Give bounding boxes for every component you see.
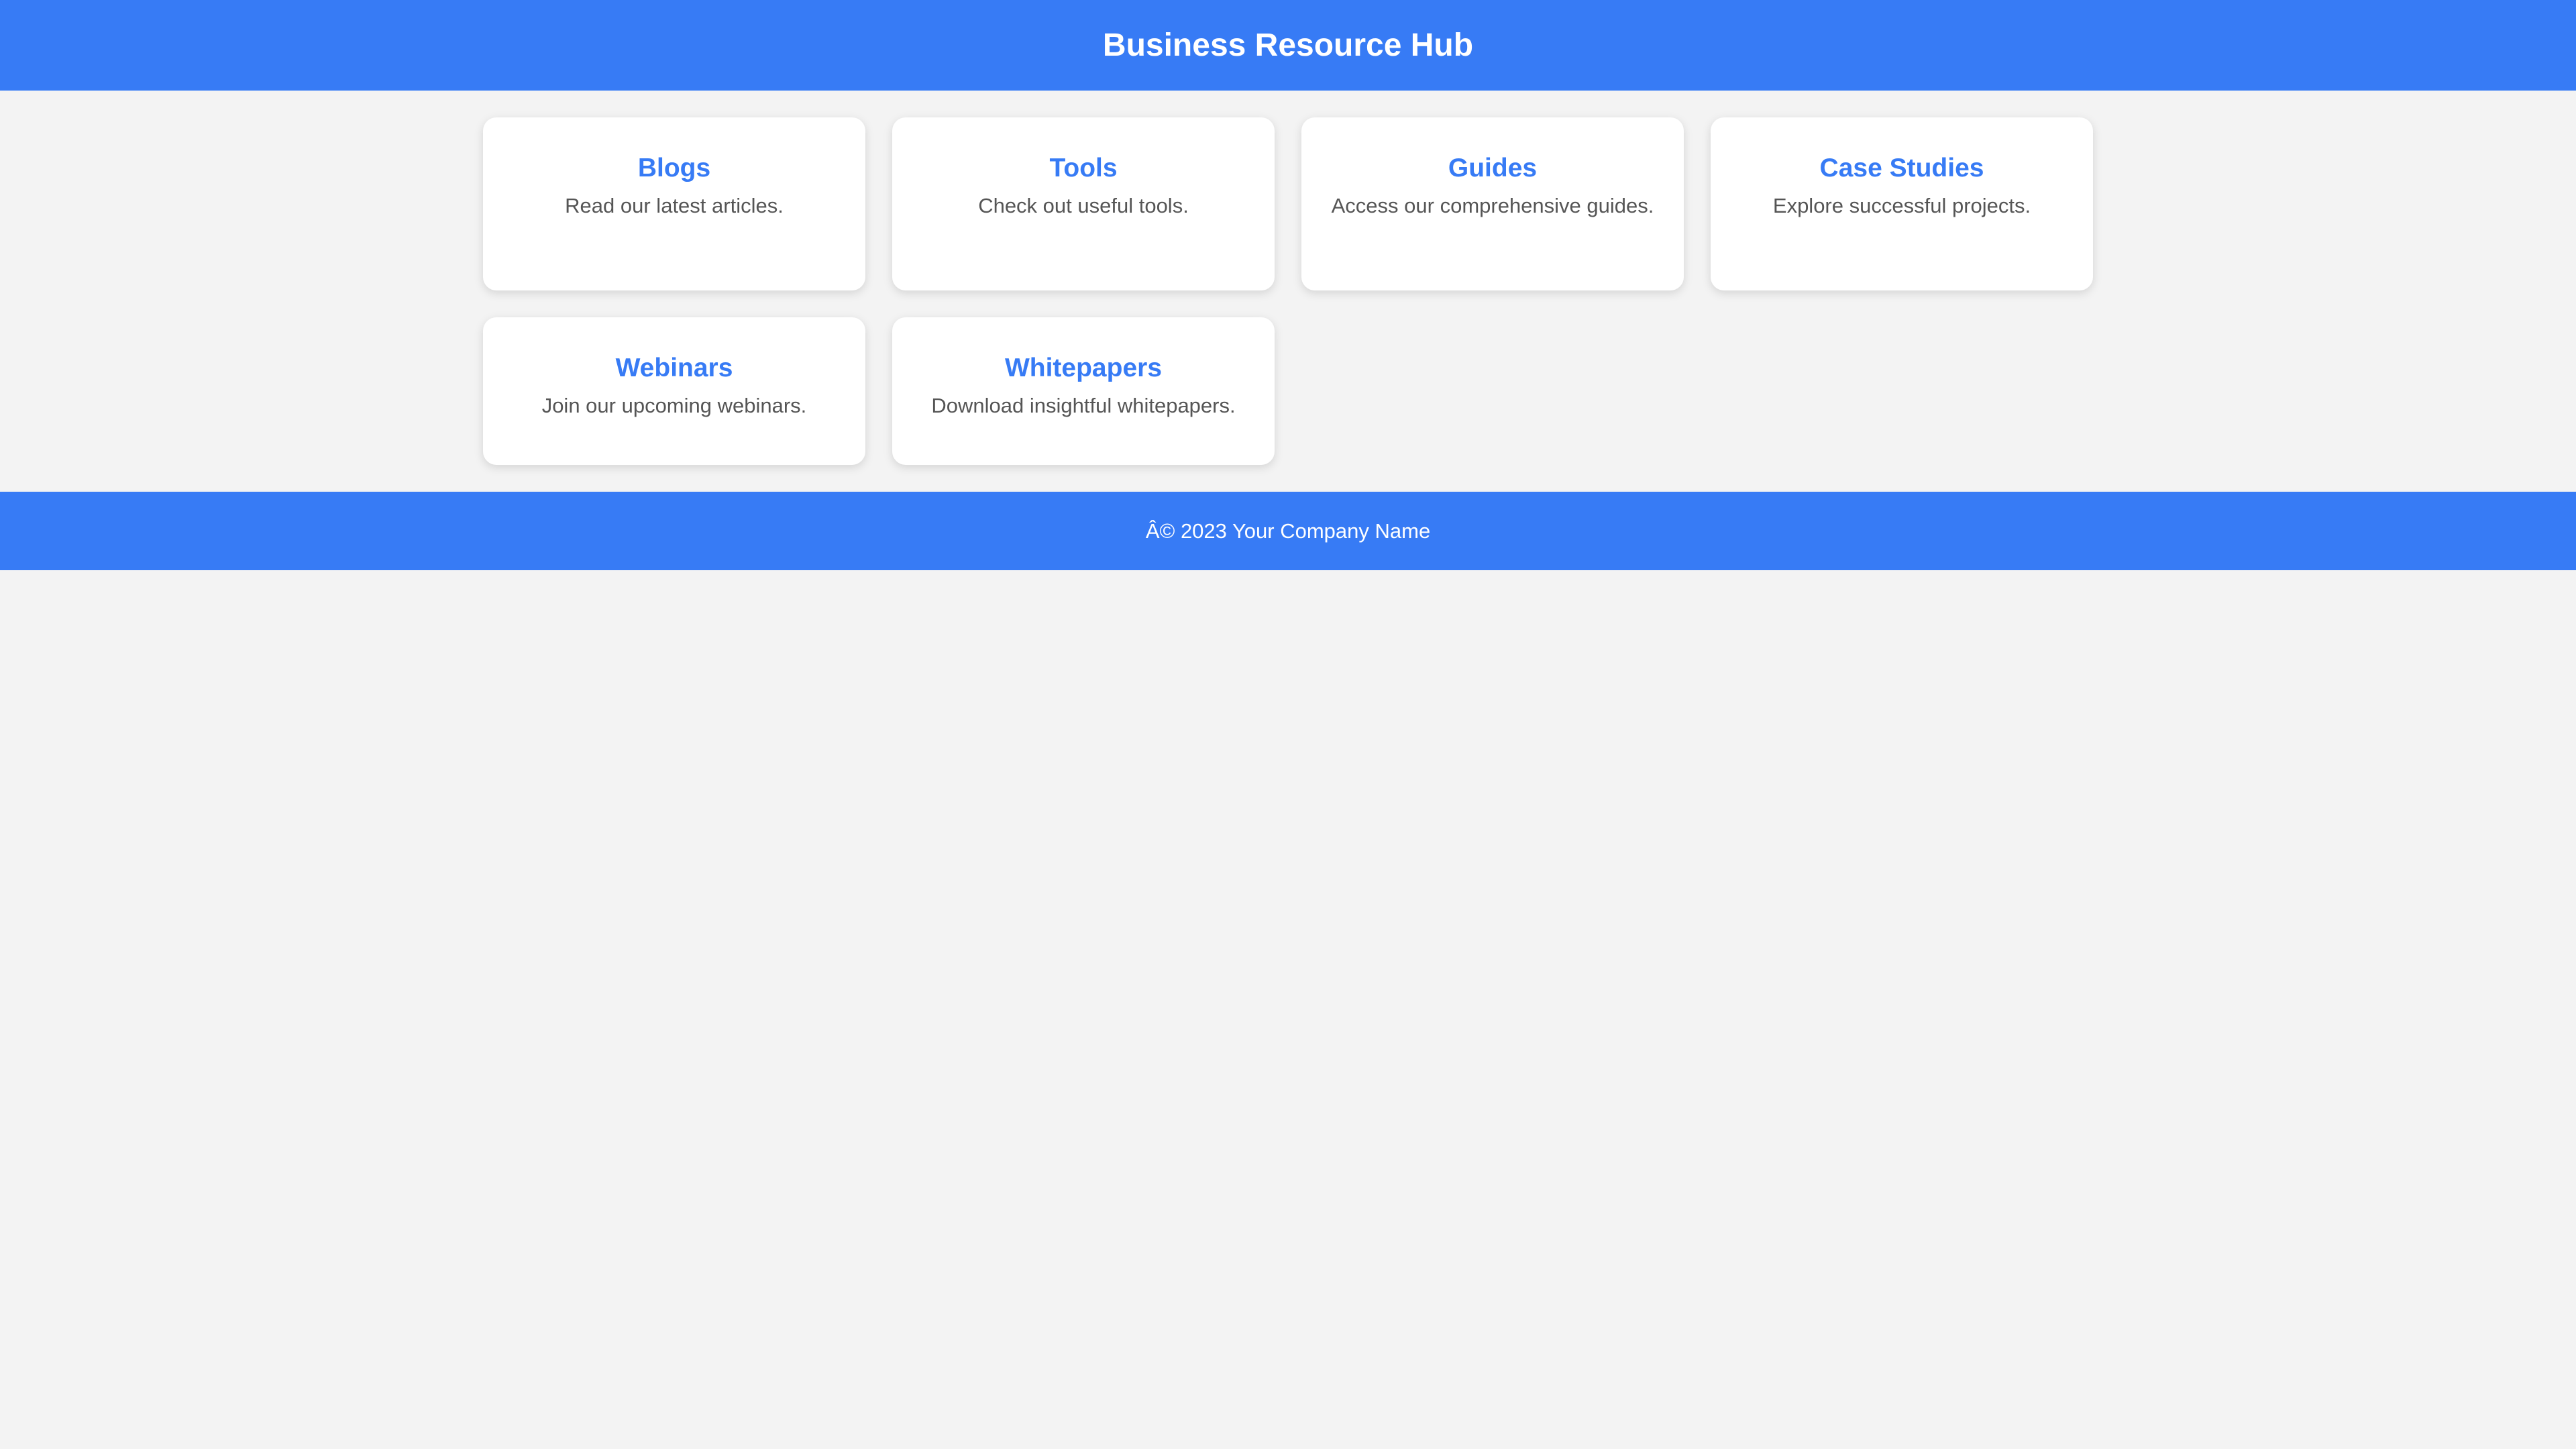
resource-card-description: Check out useful tools. (978, 194, 1189, 217)
resource-card-guides[interactable]: Guides Access our comprehensive guides. (1301, 117, 1684, 290)
resource-card-title[interactable]: Guides (1328, 154, 1657, 183)
resource-card-title[interactable]: Case Studies (1737, 154, 2066, 183)
page-title: Business Resource Hub (1102, 28, 1474, 63)
resource-card-description: Download insightful whitepapers. (931, 394, 1236, 417)
resource-card-title[interactable]: Webinars (510, 354, 839, 383)
resource-card-description: Read our latest articles. (565, 194, 784, 217)
site-footer: Â© 2023 Your Company Name (0, 492, 2576, 570)
resource-card-title[interactable]: Tools (919, 154, 1248, 183)
resource-card-whitepapers[interactable]: Whitepapers Download insightful whitepap… (892, 317, 1275, 465)
resource-card-description: Explore successful projects. (1772, 194, 2031, 217)
resource-card-title[interactable]: Blogs (510, 154, 839, 183)
resource-grid: Blogs Read our latest articles. Tools Ch… (483, 117, 2093, 465)
resource-card-blogs[interactable]: Blogs Read our latest articles. (483, 117, 865, 290)
site-header: Business Resource Hub (0, 0, 2576, 91)
resource-card-description: Join our upcoming webinars. (541, 394, 807, 417)
resource-card-title[interactable]: Whitepapers (919, 354, 1248, 383)
resource-card-description: Access our comprehensive guides. (1331, 194, 1654, 217)
resource-card-tools[interactable]: Tools Check out useful tools. (892, 117, 1275, 290)
copyright-text: Â© 2023 Your Company Name (1145, 519, 1431, 543)
resource-card-case-studies[interactable]: Case Studies Explore successful projects… (1711, 117, 2093, 290)
resource-card-webinars[interactable]: Webinars Join our upcoming webinars. (483, 317, 865, 465)
